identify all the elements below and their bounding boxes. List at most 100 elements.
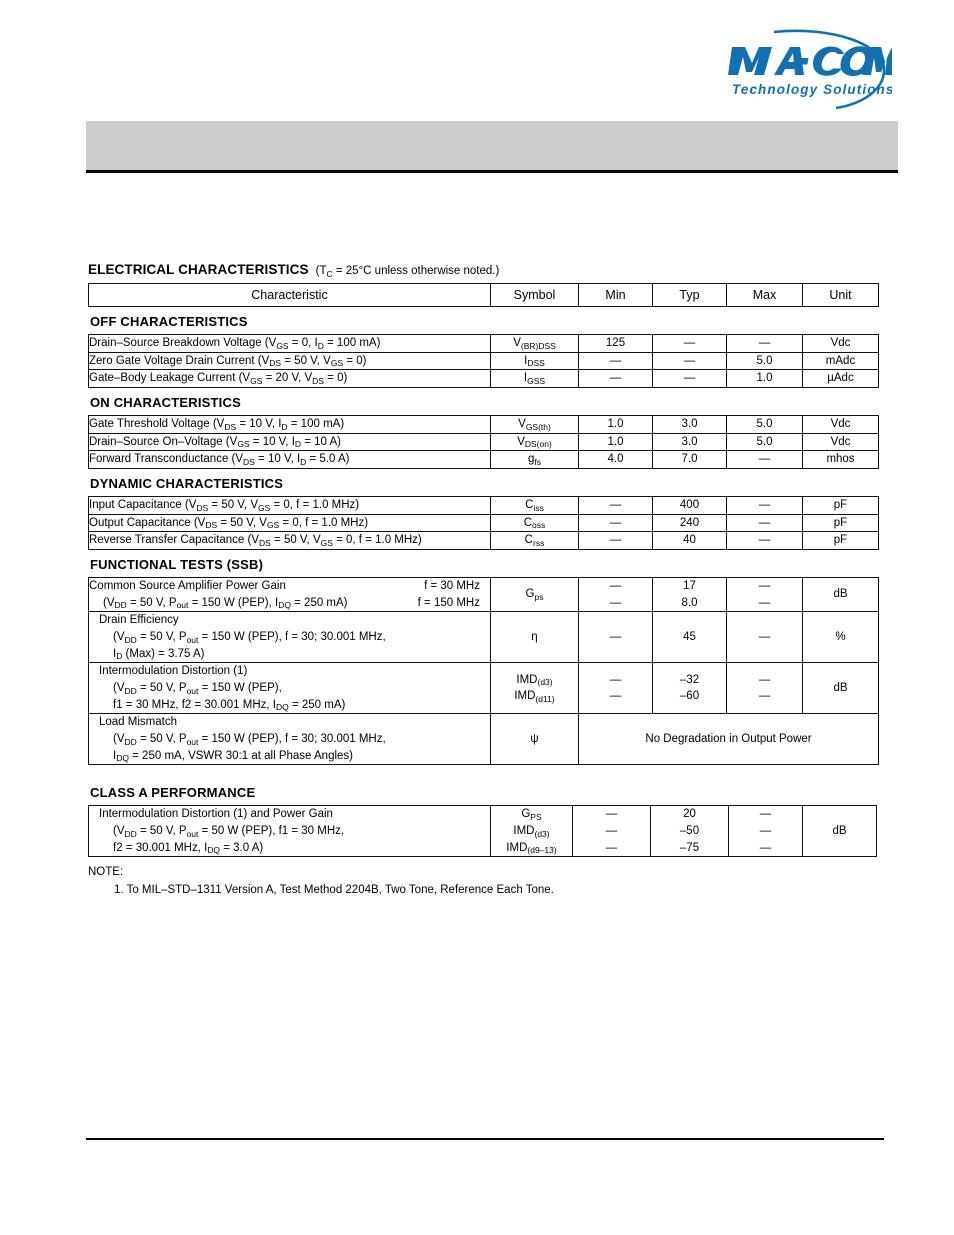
datasheet-content: ELECTRICAL CHARACTERISTICS (TC = 25°C un… [88,262,888,899]
header-band [86,121,898,170]
row-characteristic: Input Capacitance (VDS = 50 V, VGS = 0, … [88,496,491,515]
table-header-row: Characteristic Symbol Min Typ Max Unit [88,283,879,307]
macom-logo: Technology Solutions [712,28,892,110]
table-row-load-mismatch: Load Mismatch (VDD = 50 V, Pout = 150 W … [88,713,879,766]
spec-table-on: Gate Threshold Voltage (VDS = 10 V, ID =… [88,415,879,470]
row-symbol: VDS(on) [490,432,579,452]
row-max: 5.0 [726,351,803,371]
row-symbol: Crss [490,531,579,551]
section-condition: (TC = 25°C unless otherwise noted.) [315,265,500,279]
off-rows: Drain–Source Breakdown Voltage (VGS = 0,… [88,334,879,389]
spec-table-functional: Common Source Amplifier Power Gain f = 30… [88,577,879,766]
row-max: — — [726,577,803,613]
dynamic-rows: Input Capacitance (VDS = 50 V, VGS = 0, … [88,496,879,551]
row-min: 1.0 [578,432,653,452]
table-row: Forward Transconductance (VDS = 10 V, ID… [88,450,879,470]
row-unit: mAdc [802,351,879,371]
row-spanned-value: No Degradation in Output Power [578,713,879,766]
row-characteristic: Zero Gate Voltage Drain Current (VDS = 5… [88,351,491,371]
col-header-characteristic: Characteristic [88,283,491,307]
row-characteristic: Common Source Amplifier Power Gain f = 30… [88,577,491,613]
spec-table-header: Characteristic Symbol Min Typ Max Unit [88,283,879,307]
row-characteristic: Forward Transconductance (VDS = 10 V, ID… [88,450,491,470]
row-symbol: Gps [490,577,579,613]
row-unit: Vdc [802,432,879,452]
class-a-rows: Intermodulation Distortion (1) and Power… [88,805,877,858]
row-characteristic: Drain–Source Breakdown Voltage (VGS = 0,… [88,334,491,353]
table-row: Gate Threshold Voltage (VDS = 10 V, ID =… [88,415,879,434]
row-symbol: Coss [490,513,579,533]
electrical-characteristics-heading: ELECTRICAL CHARACTERISTICS (TC = 25°C un… [88,262,888,279]
row-min: — [578,611,653,664]
row-unit: dB [802,662,879,715]
row-min: — [578,531,653,551]
row-min: 1.0 [578,415,653,434]
row-typ: — [652,351,727,371]
row-min: — [578,351,653,371]
note-block: NOTE: 1. To MIL–STD–1311 Version A, Test… [88,864,888,899]
group-heading-dynamic: DYNAMIC CHARACTERISTICS [90,476,284,492]
row-characteristic: Drain Efficiency (VDD = 50 V, Pout = 150… [88,611,491,664]
row-symbol: η [490,611,579,664]
row-unit: dB [802,577,879,613]
row-typ: 40 [652,531,727,551]
on-rows: Gate Threshold Voltage (VDS = 10 V, ID =… [88,415,879,470]
row-symbol: GPS IMD(d3) IMD(d9–13) [490,805,573,858]
table-row: Zero Gate Voltage Drain Current (VDS = 5… [88,351,879,371]
section-heading-text: ELECTRICAL CHARACTERISTICS [88,262,309,277]
row-max: 5.0 [726,415,803,434]
row-symbol: IMD(d3) IMD(d11) [490,662,579,715]
logo-tagline: Technology Solutions [732,82,892,97]
spec-table-off: Drain–Source Breakdown Voltage (VGS = 0,… [88,334,879,389]
row-max: — — — [728,805,803,858]
row-symbol: V(BR)DSS [490,334,579,353]
row-typ: 3.0 [652,415,727,434]
col-header-unit: Unit [802,283,879,307]
row-max: — [726,450,803,470]
table-row: Gate–Body Leakage Current (VGS = 20 V, V… [88,369,879,389]
row-max: 5.0 [726,432,803,452]
footer-rule [86,1138,884,1140]
spec-table-dynamic: Input Capacitance (VDS = 50 V, VGS = 0, … [88,496,879,551]
row-typ: — [652,334,727,353]
row-characteristic: Load Mismatch (VDD = 50 V, Pout = 150 W … [88,713,491,766]
class-a-performance-heading: CLASS A PERFORMANCE [90,785,256,801]
row-typ: 400 [652,496,727,515]
row-min: — — [578,577,653,613]
col-header-symbol: Symbol [490,283,579,307]
row-max: 1.0 [726,369,803,389]
row-min: 4.0 [578,450,653,470]
group-heading-functional: FUNCTIONAL TESTS (SSB) [90,557,264,573]
row-max: — [726,531,803,551]
spec-table-class-a: Intermodulation Distortion (1) and Power… [88,805,877,858]
row-unit: µAdc [802,369,879,389]
row-symbol: ψ [490,713,579,766]
row-characteristic: Gate–Body Leakage Current (VGS = 20 V, V… [88,369,491,389]
row-characteristic: Intermodulation Distortion (1) and Power… [88,805,491,858]
row-symbol: gfs [490,450,579,470]
row-min: — [578,496,653,515]
table-row: Drain–Source On–Voltage (VGS = 10 V, ID … [88,432,879,452]
row-min: — — [578,662,653,715]
row-symbol: IDSS [490,351,579,371]
row-characteristic: Output Capacitance (VDS = 50 V, VGS = 0,… [88,513,491,533]
table-row: Drain–Source Breakdown Voltage (VGS = 0,… [88,334,879,353]
table-row-class-a-imd: Intermodulation Distortion (1) and Power… [88,805,877,858]
row-min: — [578,369,653,389]
row-unit: pF [802,513,879,533]
header-rule [86,170,898,173]
col-header-min: Min [578,283,653,307]
row-max: — [726,513,803,533]
row-max: — [726,334,803,353]
row-unit: Vdc [802,334,879,353]
note-item-1: 1. To MIL–STD–1311 Version A, Test Metho… [114,883,554,896]
table-row-imd: Intermodulation Distortion (1) (VDD = 50… [88,662,879,715]
note-label: NOTE: [88,866,124,879]
row-typ: 3.0 [652,432,727,452]
functional-rows: Common Source Amplifier Power Gain f = 30… [88,577,879,766]
row-unit: % [802,611,879,664]
row-unit: Vdc [802,415,879,434]
group-heading-on: ON CHARACTERISTICS [90,395,241,411]
row-min: — [578,513,653,533]
row-characteristic: Drain–Source On–Voltage (VGS = 10 V, ID … [88,432,491,452]
